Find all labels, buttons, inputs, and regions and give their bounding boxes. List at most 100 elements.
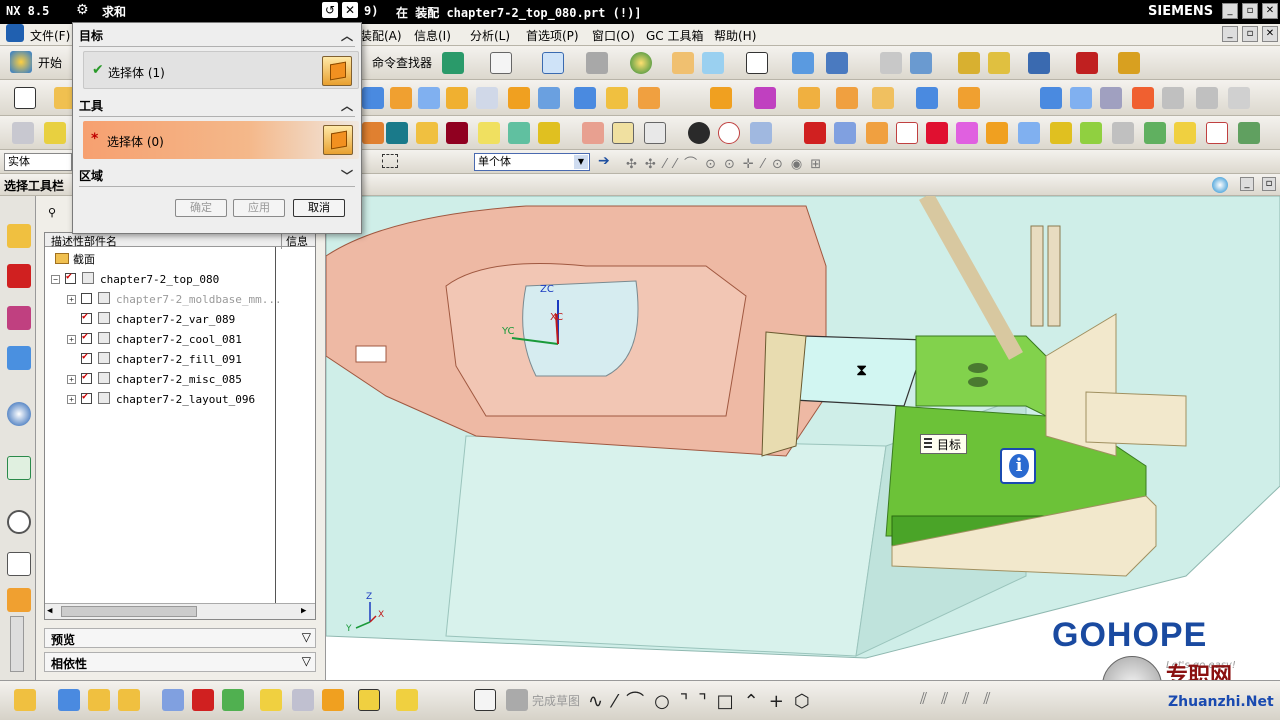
doc-restore-icon[interactable]: ▫ (1242, 26, 1258, 42)
start-icon[interactable] (10, 51, 32, 73)
slider-icon[interactable] (508, 122, 530, 144)
view-maximize-icon[interactable]: ▫ (1262, 177, 1276, 191)
assembly-navigator-tab-icon[interactable] (7, 224, 31, 248)
visibility-checkbox[interactable] (81, 331, 92, 344)
slot-icon[interactable] (538, 87, 560, 109)
pocket-icon[interactable] (508, 87, 530, 109)
dimension-icon[interactable] (1076, 52, 1098, 74)
add-component-icon[interactable] (58, 689, 80, 711)
constraint-icon[interactable] (910, 52, 932, 74)
navigator-pin-icon[interactable]: ⚲ (48, 206, 56, 219)
tool-section-header[interactable]: 工具 ︿ (79, 97, 355, 117)
standard-part-icon[interactable] (446, 122, 468, 144)
visibility-checkbox[interactable] (81, 293, 92, 304)
surface-icon[interactable] (1040, 87, 1062, 109)
menu-help[interactable]: 帮助(H) (714, 27, 756, 44)
chevron-down-icon[interactable]: ▽ (302, 630, 311, 644)
menu-preferences[interactable]: 首选项(P) (526, 27, 579, 44)
reuse-library-tab-icon[interactable] (7, 346, 31, 370)
subtract-icon[interactable] (754, 87, 776, 109)
cancel-button[interactable]: 取消 (293, 199, 345, 217)
dependency-panel-header[interactable]: 相依性 ▽ (44, 652, 316, 672)
select-body-cube-icon[interactable] (322, 56, 352, 86)
menu-file[interactable]: 文件(F) (30, 27, 70, 44)
guide-pin-1[interactable] (1030, 225, 1044, 327)
cavity-icon[interactable] (718, 122, 740, 144)
sequence-icon[interactable] (292, 689, 314, 711)
selection-scope-select[interactable]: 单个体 ▼ (474, 153, 590, 171)
trim-body-icon[interactable] (836, 87, 858, 109)
ok-button[interactable]: 确定 (175, 199, 227, 217)
type-filter-select[interactable]: 实体 (4, 153, 72, 171)
snap-arrow-icon[interactable]: ➔ (598, 153, 610, 169)
scroll-right-icon[interactable]: ▶ (301, 606, 306, 616)
dialog-close-icon[interactable]: ✕ (342, 2, 358, 18)
view-minimize-icon[interactable]: _ (1240, 177, 1254, 191)
maximize-icon[interactable]: ▫ (1242, 3, 1258, 19)
assembly-icon[interactable] (14, 689, 36, 711)
region-section-header[interactable]: 区域 ﹀ (79, 167, 355, 187)
groove-icon[interactable] (574, 87, 596, 109)
chamfer-icon[interactable] (638, 87, 660, 109)
settings-gear-icon[interactable]: ⚙ (76, 2, 89, 18)
curve-tool-icon[interactable] (1162, 87, 1184, 109)
gate-icon[interactable] (582, 122, 604, 144)
mold-tool-icon[interactable] (362, 122, 384, 144)
clearance-icon[interactable] (358, 689, 380, 711)
sew-icon[interactable] (1112, 122, 1134, 144)
command-finder-label[interactable]: 命令查找器 (372, 54, 432, 71)
emboss-icon[interactable] (1206, 122, 1228, 144)
wcs-icon[interactable] (702, 52, 724, 74)
expand-icon[interactable]: + (67, 295, 76, 304)
swept-icon[interactable] (1100, 87, 1122, 109)
ejector-icon[interactable] (478, 122, 500, 144)
column-part-name[interactable]: 描述性部件名 (51, 233, 117, 249)
chevron-down-icon[interactable]: ﹀ (341, 167, 353, 184)
view-style-icon[interactable] (1212, 177, 1228, 193)
roles-tab-icon[interactable] (7, 588, 31, 612)
tree-row-misc[interactable]: + chapter7-2_misc_085 (67, 371, 242, 389)
internet-explorer-tab-icon[interactable] (7, 402, 31, 426)
solid-red-icon[interactable] (804, 122, 826, 144)
tool-select-body[interactable]: * 选择体 (0) (83, 121, 359, 159)
block-icon[interactable] (390, 87, 412, 109)
mold-part-icon[interactable] (386, 122, 408, 144)
draft-icon[interactable] (1050, 122, 1072, 144)
resbar-scroll[interactable] (10, 616, 24, 672)
move-face-icon[interactable] (956, 122, 978, 144)
layer-icon[interactable] (672, 52, 694, 74)
visibility-checkbox[interactable] (81, 311, 92, 324)
expand-icon[interactable]: + (67, 375, 76, 384)
new-component-icon[interactable] (88, 689, 110, 711)
runner-icon[interactable] (612, 122, 634, 144)
link-icon[interactable] (396, 689, 418, 711)
replace-face-icon[interactable] (926, 122, 948, 144)
view-eye-icon[interactable] (688, 122, 710, 144)
expand-icon[interactable]: + (67, 395, 76, 404)
tree-row-fill[interactable]: chapter7-2_fill_091 (67, 351, 242, 369)
shell-icon[interactable] (958, 87, 980, 109)
view-frame-icon[interactable] (746, 52, 768, 74)
part-navigator-tab-icon[interactable] (7, 306, 31, 330)
move-component-icon[interactable] (192, 689, 214, 711)
sketch-curve-icons[interactable]: ∿⁄⌒○⌝⌝□⌃+⬡ (588, 687, 820, 713)
info-window-icon[interactable] (490, 52, 512, 74)
delete-face-icon[interactable] (896, 122, 918, 144)
assembly-constraints-icon[interactable] (222, 689, 244, 711)
extract-icon[interactable] (1174, 122, 1196, 144)
cooling-icon[interactable] (644, 122, 666, 144)
graphics-viewport[interactable]: ZC YC XC Z Y X ⧗ 目标 i GOHOPE Let's go ea… (326, 196, 1280, 680)
pattern-icon[interactable] (834, 122, 856, 144)
tree-row-section[interactable]: 截面 (55, 251, 95, 269)
menu-assembly[interactable]: 装配(A) (360, 27, 402, 44)
studio-surface-icon[interactable] (1132, 87, 1154, 109)
snap-icon[interactable] (958, 52, 980, 74)
history-tab-icon[interactable] (7, 456, 31, 480)
mold-wizard-icon[interactable] (12, 122, 34, 144)
offset-region-icon[interactable] (986, 122, 1008, 144)
visibility-checkbox[interactable] (81, 371, 92, 384)
mold-check-icon[interactable] (44, 122, 66, 144)
more-surface-icon[interactable] (1228, 87, 1250, 109)
offset-face-icon[interactable] (916, 87, 938, 109)
minimize-icon[interactable]: _ (1222, 3, 1238, 19)
